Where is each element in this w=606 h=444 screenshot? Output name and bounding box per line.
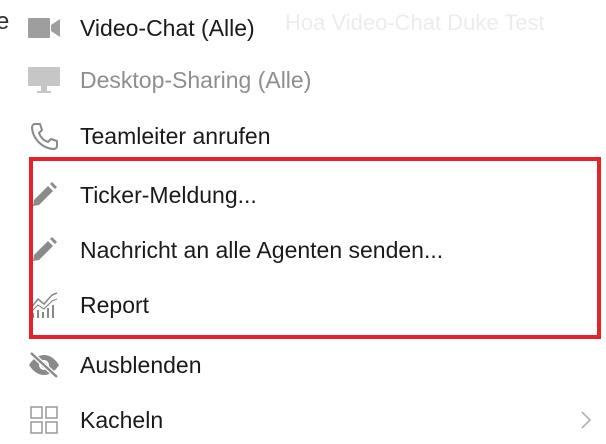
- pencil-icon: [24, 230, 64, 270]
- menu-item-label: Desktop-Sharing (Alle): [80, 66, 312, 93]
- menu-item-hide[interactable]: Ausblenden: [0, 337, 606, 393]
- menu-item-message-all-agents[interactable]: Nachricht an alle Agenten senden...: [0, 222, 606, 278]
- menu-item-tiles[interactable]: Kacheln: [0, 392, 606, 444]
- menu-item-label: Report: [80, 291, 150, 318]
- menu-item-label: Video-Chat (Alle): [80, 14, 255, 41]
- tiles-icon: [24, 400, 64, 440]
- menu-item-report[interactable]: Report: [0, 277, 606, 333]
- menu-item-label: Ticker-Meldung...: [80, 181, 257, 208]
- menu-item-label: Kacheln: [80, 406, 164, 433]
- video-camera-icon: [24, 8, 64, 48]
- menu-item-call-team-lead[interactable]: Teamleiter anrufen: [0, 108, 606, 164]
- chevron-right-icon: [580, 392, 592, 444]
- context-menu: e Hoa Video-Chat Duke Test Video-Chat (A…: [0, 0, 606, 444]
- menu-item-label: Ausblenden: [80, 351, 202, 378]
- monitor-icon: [24, 60, 64, 100]
- phone-icon: [24, 116, 64, 156]
- menu-item-label: Nachricht an alle Agenten senden...: [80, 236, 444, 263]
- chart-icon: [24, 285, 64, 325]
- menu-item-desktop-sharing[interactable]: Desktop-Sharing (Alle): [0, 52, 606, 108]
- menu-item-video-chat[interactable]: Video-Chat (Alle): [0, 0, 606, 56]
- menu-item-ticker-message[interactable]: Ticker-Meldung...: [0, 167, 606, 223]
- menu-item-label: Teamleiter anrufen: [80, 122, 271, 149]
- eye-slash-icon: [24, 345, 64, 385]
- pencil-icon: [24, 175, 64, 215]
